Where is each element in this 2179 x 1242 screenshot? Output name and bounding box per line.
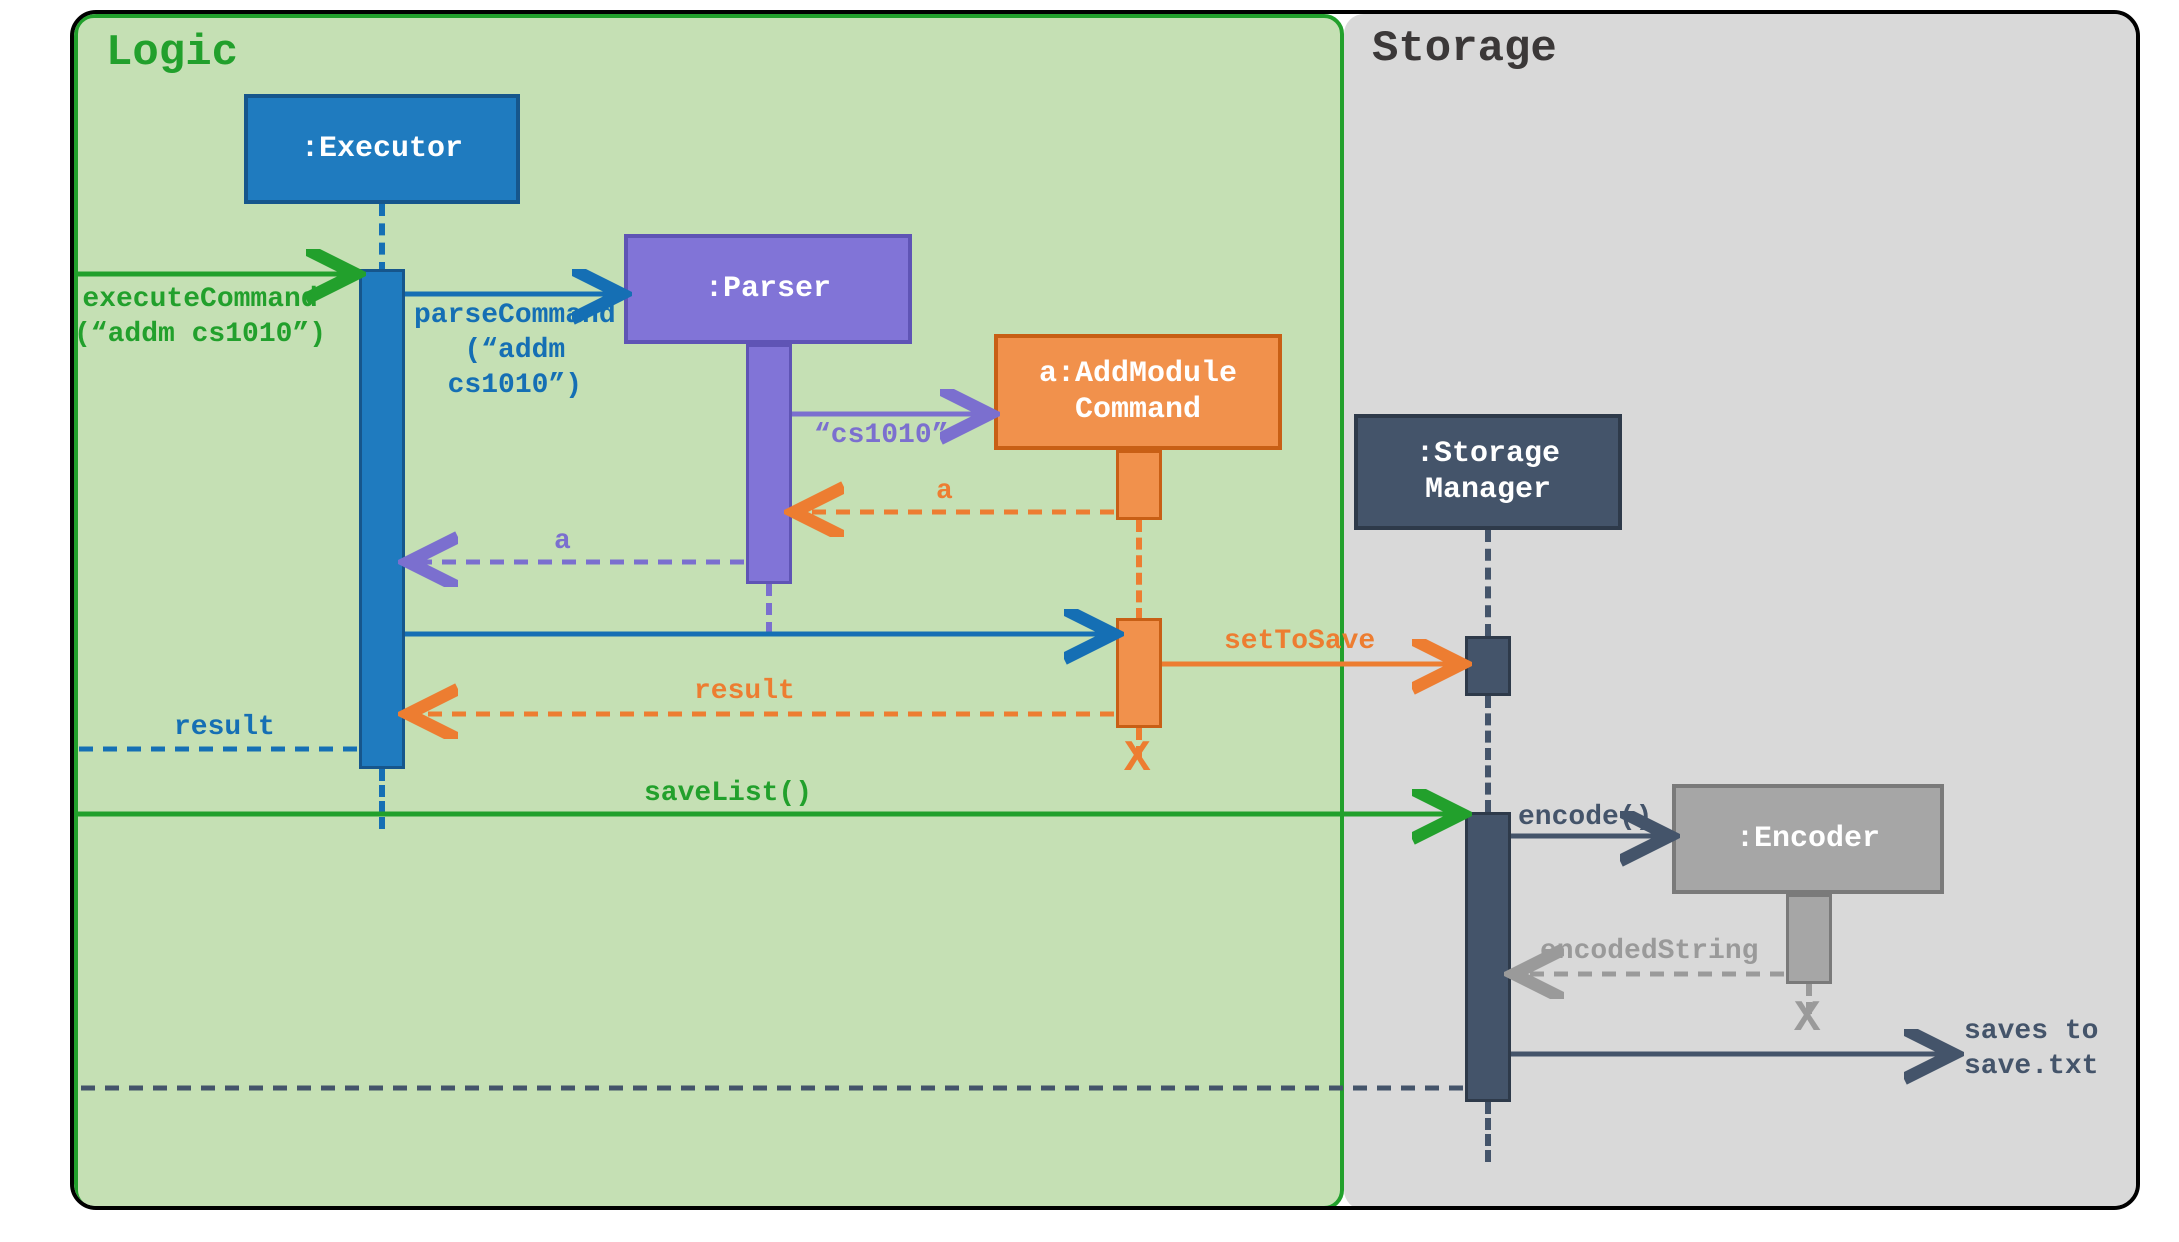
lifeline-addcmd-mid [1136, 520, 1142, 620]
activation-encoder [1786, 894, 1832, 984]
msg-result-back: result [694, 674, 795, 709]
activation-executor [359, 269, 405, 769]
msg-return-a-purple: a [554, 524, 571, 559]
package-logic-label: Logic [106, 28, 238, 78]
destroy-addcmd: X [1124, 734, 1150, 784]
msg-encode: encode() [1518, 800, 1652, 835]
lifeline-executor-head: :Executor [244, 94, 520, 204]
activation-storagemgr-b [1465, 812, 1511, 1102]
activation-addcmd-a [1116, 450, 1162, 520]
msg-encodedstring: encodedString [1540, 934, 1758, 969]
msg-parsecommand: parseCommand (“addm cs1010”) [414, 298, 616, 403]
msg-savesto: saves to save.txt [1964, 1014, 2098, 1084]
activation-parser [746, 344, 792, 584]
package-storage-label: Storage [1372, 24, 1557, 74]
sequence-diagram: Logic Storage :Executor :Parser a:AddMod… [70, 10, 2140, 1210]
lifeline-executor-tail [379, 769, 385, 829]
msg-cs1010: “cs1010” [814, 418, 948, 453]
activation-addcmd-b [1116, 618, 1162, 728]
lifeline-storagemgr-a [1485, 530, 1491, 636]
msg-settosave: setToSave [1224, 624, 1375, 659]
msg-executecommand: executeCommand (“addm cs1010”) [74, 282, 326, 352]
msg-result-out: result [174, 710, 275, 745]
lifeline-storagemgr-tail [1485, 1102, 1491, 1162]
destroy-encoder: X [1794, 994, 1820, 1044]
lifeline-storagemgr-head: :Storage Manager [1354, 414, 1622, 530]
msg-return-a-orange: a [936, 474, 953, 509]
lifeline-parser-tail [766, 584, 772, 634]
lifeline-addcmd-head: a:AddModule Command [994, 334, 1282, 450]
lifeline-storagemgr-b [1485, 696, 1491, 812]
msg-savelist: saveList() [644, 776, 812, 811]
lifeline-executor [379, 204, 385, 274]
lifeline-encoder-head: :Encoder [1672, 784, 1944, 894]
activation-storagemgr-a [1465, 636, 1511, 696]
lifeline-parser-head: :Parser [624, 234, 912, 344]
